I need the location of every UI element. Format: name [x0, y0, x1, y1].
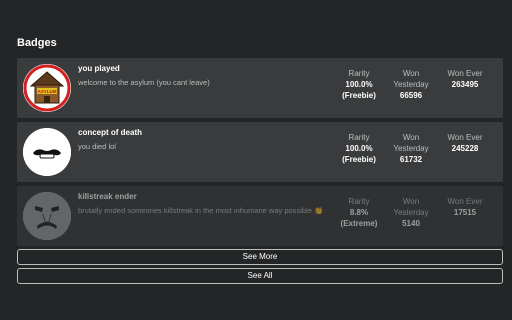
see-all-button[interactable]: See All [17, 268, 503, 284]
badge-rarity: Rarity 100.0% (Freebie) [333, 68, 385, 101]
rarity-label: Rarity [348, 69, 370, 78]
badge-won-ever: Won Ever 263495 [439, 68, 491, 90]
badge-row-concept-of-death[interactable]: concept of death you died lol Rarity 100… [17, 122, 503, 182]
asylum-sign-text: ASYLUM [38, 89, 57, 94]
rarity-label: Rarity [348, 133, 370, 142]
won-yesterday-label-2: Yesterday [393, 144, 429, 153]
rarity-note: (Freebie) [342, 155, 376, 164]
badges-panel: Badges ASYLUM you played welcome to the … [0, 0, 512, 320]
badge-row-you-played[interactable]: ASYLUM you played welcome to the asylum … [17, 58, 503, 118]
badge-description: brutally ended someones killstreak in th… [78, 206, 324, 215]
badge-won-yesterday: Won Yesterday 61732 [385, 132, 437, 165]
won-ever-value: 17515 [453, 208, 477, 217]
badge-name[interactable]: concept of death [78, 128, 142, 137]
won-yesterday-label-2: Yesterday [393, 208, 429, 217]
won-yesterday-label-2: Yesterday [393, 80, 429, 89]
rarity-label: Rarity [348, 197, 370, 206]
rarity-note: (Freebie) [342, 91, 376, 100]
badge-description: you died lol [78, 142, 116, 151]
section-title: Badges [17, 37, 57, 49]
rarity-value: 100.0% [345, 144, 373, 153]
won-yesterday-label-1: Won [402, 69, 420, 78]
mustache-face-icon [23, 128, 71, 176]
sad-face-icon [23, 192, 71, 240]
rarity-value: 100.0% [345, 80, 373, 89]
see-more-button[interactable]: See More [17, 249, 503, 265]
badge-won-yesterday: Won Yesterday 66596 [385, 68, 437, 101]
badge-rarity: Rarity 100.0% (Freebie) [333, 132, 385, 165]
badge-description: welcome to the asylum (you cant leave) [78, 78, 210, 87]
badge-rarity: Rarity 8.8% (Extreme) [333, 196, 385, 229]
badge-won-ever: Won Ever 245228 [439, 132, 491, 154]
asylum-house-icon: ASYLUM [23, 64, 71, 112]
won-ever-label: Won Ever [447, 133, 483, 142]
rarity-value: 8.8% [349, 208, 369, 217]
won-ever-label: Won Ever [447, 69, 483, 78]
won-yesterday-value: 5140 [402, 219, 420, 228]
won-ever-value: 263495 [451, 80, 479, 89]
won-yesterday-label-1: Won [402, 133, 420, 142]
badge-name[interactable]: killstreak ender [78, 192, 137, 201]
badge-won-ever: Won Ever 17515 [439, 196, 491, 218]
badge-row-killstreak-ender[interactable]: killstreak ender brutally ended someones… [17, 186, 503, 246]
badge-name[interactable]: you played [78, 64, 120, 73]
won-ever-label: Won Ever [447, 197, 483, 206]
badge-won-yesterday: Won Yesterday 5140 [385, 196, 437, 229]
won-yesterday-value: 61732 [399, 155, 423, 164]
won-ever-value: 245228 [451, 144, 479, 153]
won-yesterday-value: 66596 [399, 91, 423, 100]
rarity-note: (Extreme) [340, 219, 378, 228]
won-yesterday-label-1: Won [402, 197, 420, 206]
